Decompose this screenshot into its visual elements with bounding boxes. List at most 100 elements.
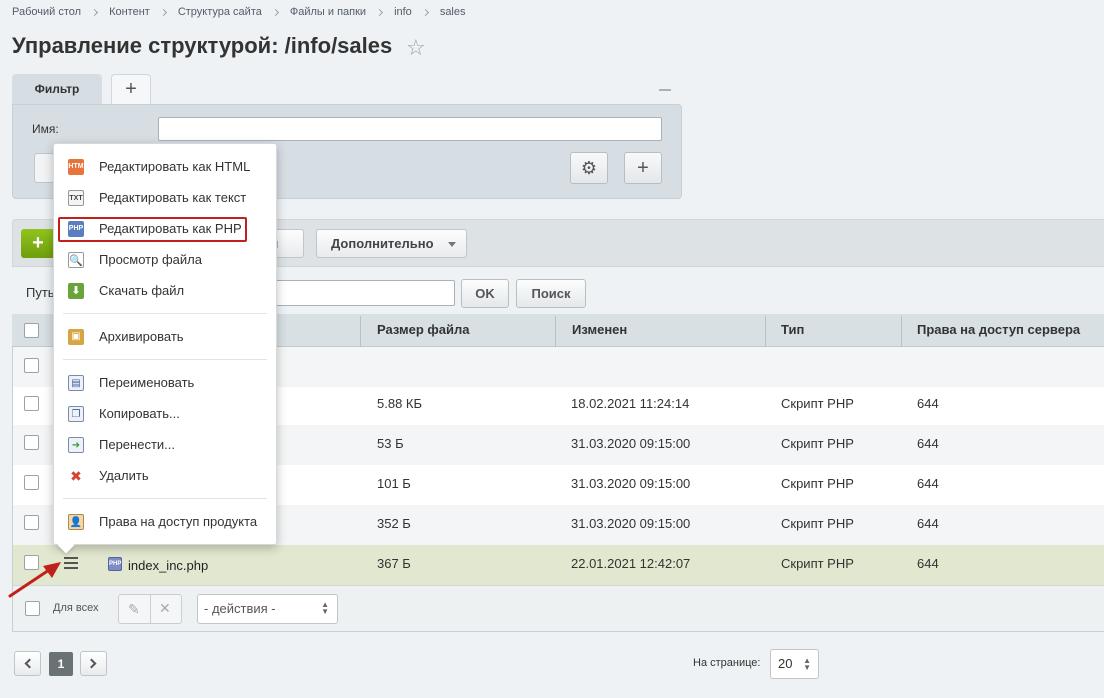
breadcrumb-separator — [271, 8, 279, 16]
more-button[interactable]: Дополнительно — [316, 229, 467, 258]
menu-item-rename[interactable]: ▤ Переименовать — [53, 370, 277, 396]
path-input[interactable] — [270, 280, 455, 306]
tab-filter[interactable]: Фильтр — [12, 74, 102, 106]
row-checkbox[interactable] — [24, 475, 39, 490]
breadcrumb-separator — [159, 8, 167, 16]
menu-separator — [63, 313, 267, 314]
file-type: Скрипт PHP — [781, 396, 854, 411]
menu-item-label: Права на доступ продукта — [99, 514, 258, 529]
annotation-arrow-icon — [8, 562, 61, 598]
actions-select-value: - действия - — [204, 601, 276, 616]
view-file-icon: 🔍 — [68, 252, 84, 268]
download-icon: ⬇ — [68, 283, 84, 299]
add-button[interactable]: + — [21, 229, 55, 258]
chevron-left-icon — [24, 658, 35, 669]
file-type: Скрипт PHP — [781, 476, 854, 491]
menu-item-label: Архивировать — [99, 329, 184, 344]
menu-item-move[interactable]: ➜ Перенести... — [53, 432, 277, 458]
per-page-select[interactable]: 20 ▲ ▼ — [770, 649, 819, 679]
menu-item-label: Редактировать как текст — [99, 190, 247, 205]
search-button[interactable]: Поиск — [516, 279, 586, 308]
close-icon[interactable]: ✕ — [159, 600, 171, 617]
collapse-filter-icon[interactable] — [659, 89, 671, 91]
file-rights: 644 — [917, 396, 939, 411]
file-size: 53 Б — [377, 436, 404, 451]
menu-separator — [63, 498, 267, 499]
filter-add-field-button[interactable]: + — [624, 152, 662, 184]
page-title: Управление структурой: /info/sales — [12, 33, 393, 58]
menu-item-copy[interactable]: ❐ Копировать... — [53, 401, 277, 427]
menu-item-delete[interactable]: ✖ Удалить — [53, 463, 277, 489]
breadcrumb-item-site-structure[interactable]: Структура сайта — [178, 6, 262, 18]
per-page-value: 20 — [778, 656, 793, 671]
file-size: 352 Б — [377, 516, 411, 531]
delete-icon: ✖ — [70, 468, 82, 484]
access-rights-icon: 👤 — [68, 514, 84, 530]
row-menu-icon[interactable] — [64, 557, 78, 569]
menu-item-archive[interactable]: ▣ Архивировать — [53, 324, 277, 350]
add-filter-tab-button[interactable]: + — [111, 74, 151, 104]
breadcrumb-item-files-folders[interactable]: Файлы и папки — [290, 6, 366, 18]
filter-name-input[interactable] — [158, 117, 662, 141]
breadcrumb-item-desktop[interactable]: Рабочий стол — [12, 6, 81, 18]
file-modified: 22.01.2021 12:42:07 — [571, 556, 691, 571]
menu-item-access-rights[interactable]: 👤 Права на доступ продукта — [53, 509, 277, 535]
menu-item-edit-html[interactable]: HTM Редактировать как HTML — [53, 154, 277, 180]
archive-icon: ▣ — [68, 329, 84, 345]
path-label: Путь — [26, 285, 55, 300]
breadcrumb-item-sales[interactable]: sales — [440, 6, 466, 18]
for-all-checkbox[interactable] — [25, 601, 40, 616]
column-separator — [360, 316, 361, 347]
text-file-icon: TXT — [68, 190, 84, 206]
php-file-icon: PHP — [108, 557, 122, 571]
filter-settings-button[interactable]: ⚙ — [570, 152, 608, 184]
row-checkbox[interactable] — [24, 396, 39, 411]
filter-name-label: Имя: — [32, 122, 59, 136]
breadcrumb-separator — [91, 8, 99, 16]
file-modified: 31.03.2020 09:15:00 — [571, 436, 691, 451]
file-rights: 644 — [917, 516, 939, 531]
chevron-down-icon — [448, 242, 456, 247]
file-rights: 644 — [917, 476, 939, 491]
file-modified: 18.02.2021 11:24:14 — [571, 396, 690, 411]
next-page-button[interactable] — [80, 651, 107, 676]
breadcrumb-item-info[interactable]: info — [394, 6, 412, 18]
column-separator — [555, 316, 556, 347]
column-header-type[interactable]: Тип — [781, 322, 804, 337]
column-separator — [901, 316, 902, 347]
file-modified: 31.03.2020 09:15:00 — [571, 516, 691, 531]
pencil-icon[interactable]: ✎ — [128, 601, 140, 618]
menu-item-label: Скачать файл — [99, 283, 185, 298]
copy-icon: ❐ — [68, 406, 84, 422]
menu-item-label: Удалить — [99, 468, 149, 483]
column-header-modified[interactable]: Изменен — [572, 322, 627, 337]
file-modified: 31.03.2020 09:15:00 — [571, 476, 691, 491]
current-page[interactable]: 1 — [49, 652, 73, 676]
file-size: 367 Б — [377, 556, 411, 571]
menu-item-edit-text[interactable]: TXT Редактировать как текст — [53, 185, 277, 211]
row-checkbox[interactable] — [24, 435, 39, 450]
row-checkbox[interactable] — [24, 515, 39, 530]
file-type: Скрипт PHP — [781, 436, 854, 451]
rename-icon: ▤ — [68, 375, 84, 391]
star-icon[interactable]: ☆ — [406, 35, 426, 61]
select-all-checkbox[interactable] — [24, 323, 39, 338]
menu-item-view-file[interactable]: 🔍 Просмотр файла — [53, 247, 277, 273]
menu-item-download[interactable]: ⬇ Скачать файл — [53, 278, 277, 304]
breadcrumb-item-content[interactable]: Контент — [109, 6, 150, 18]
column-header-size[interactable]: Размер файла — [377, 322, 470, 337]
column-header-rights[interactable]: Права на доступ сервера — [917, 322, 1080, 337]
ok-button[interactable]: OK — [461, 279, 509, 308]
menu-item-label: Перенести... — [99, 437, 175, 452]
row-checkbox[interactable] — [24, 358, 39, 373]
prev-page-button[interactable] — [14, 651, 41, 676]
file-name[interactable]: index_inc.php — [128, 558, 208, 573]
bulk-edit-group: ✎ ✕ — [118, 594, 182, 624]
file-rights: 644 — [917, 436, 939, 451]
menu-item-label: Переименовать — [99, 375, 195, 390]
actions-select[interactable]: - действия - ▲ ▼ — [197, 594, 338, 624]
select-arrows-icon: ▲ ▼ — [321, 600, 329, 616]
breadcrumb-separator — [421, 8, 429, 16]
file-rights: 644 — [917, 556, 939, 571]
file-size: 5.88 КБ — [377, 396, 423, 411]
